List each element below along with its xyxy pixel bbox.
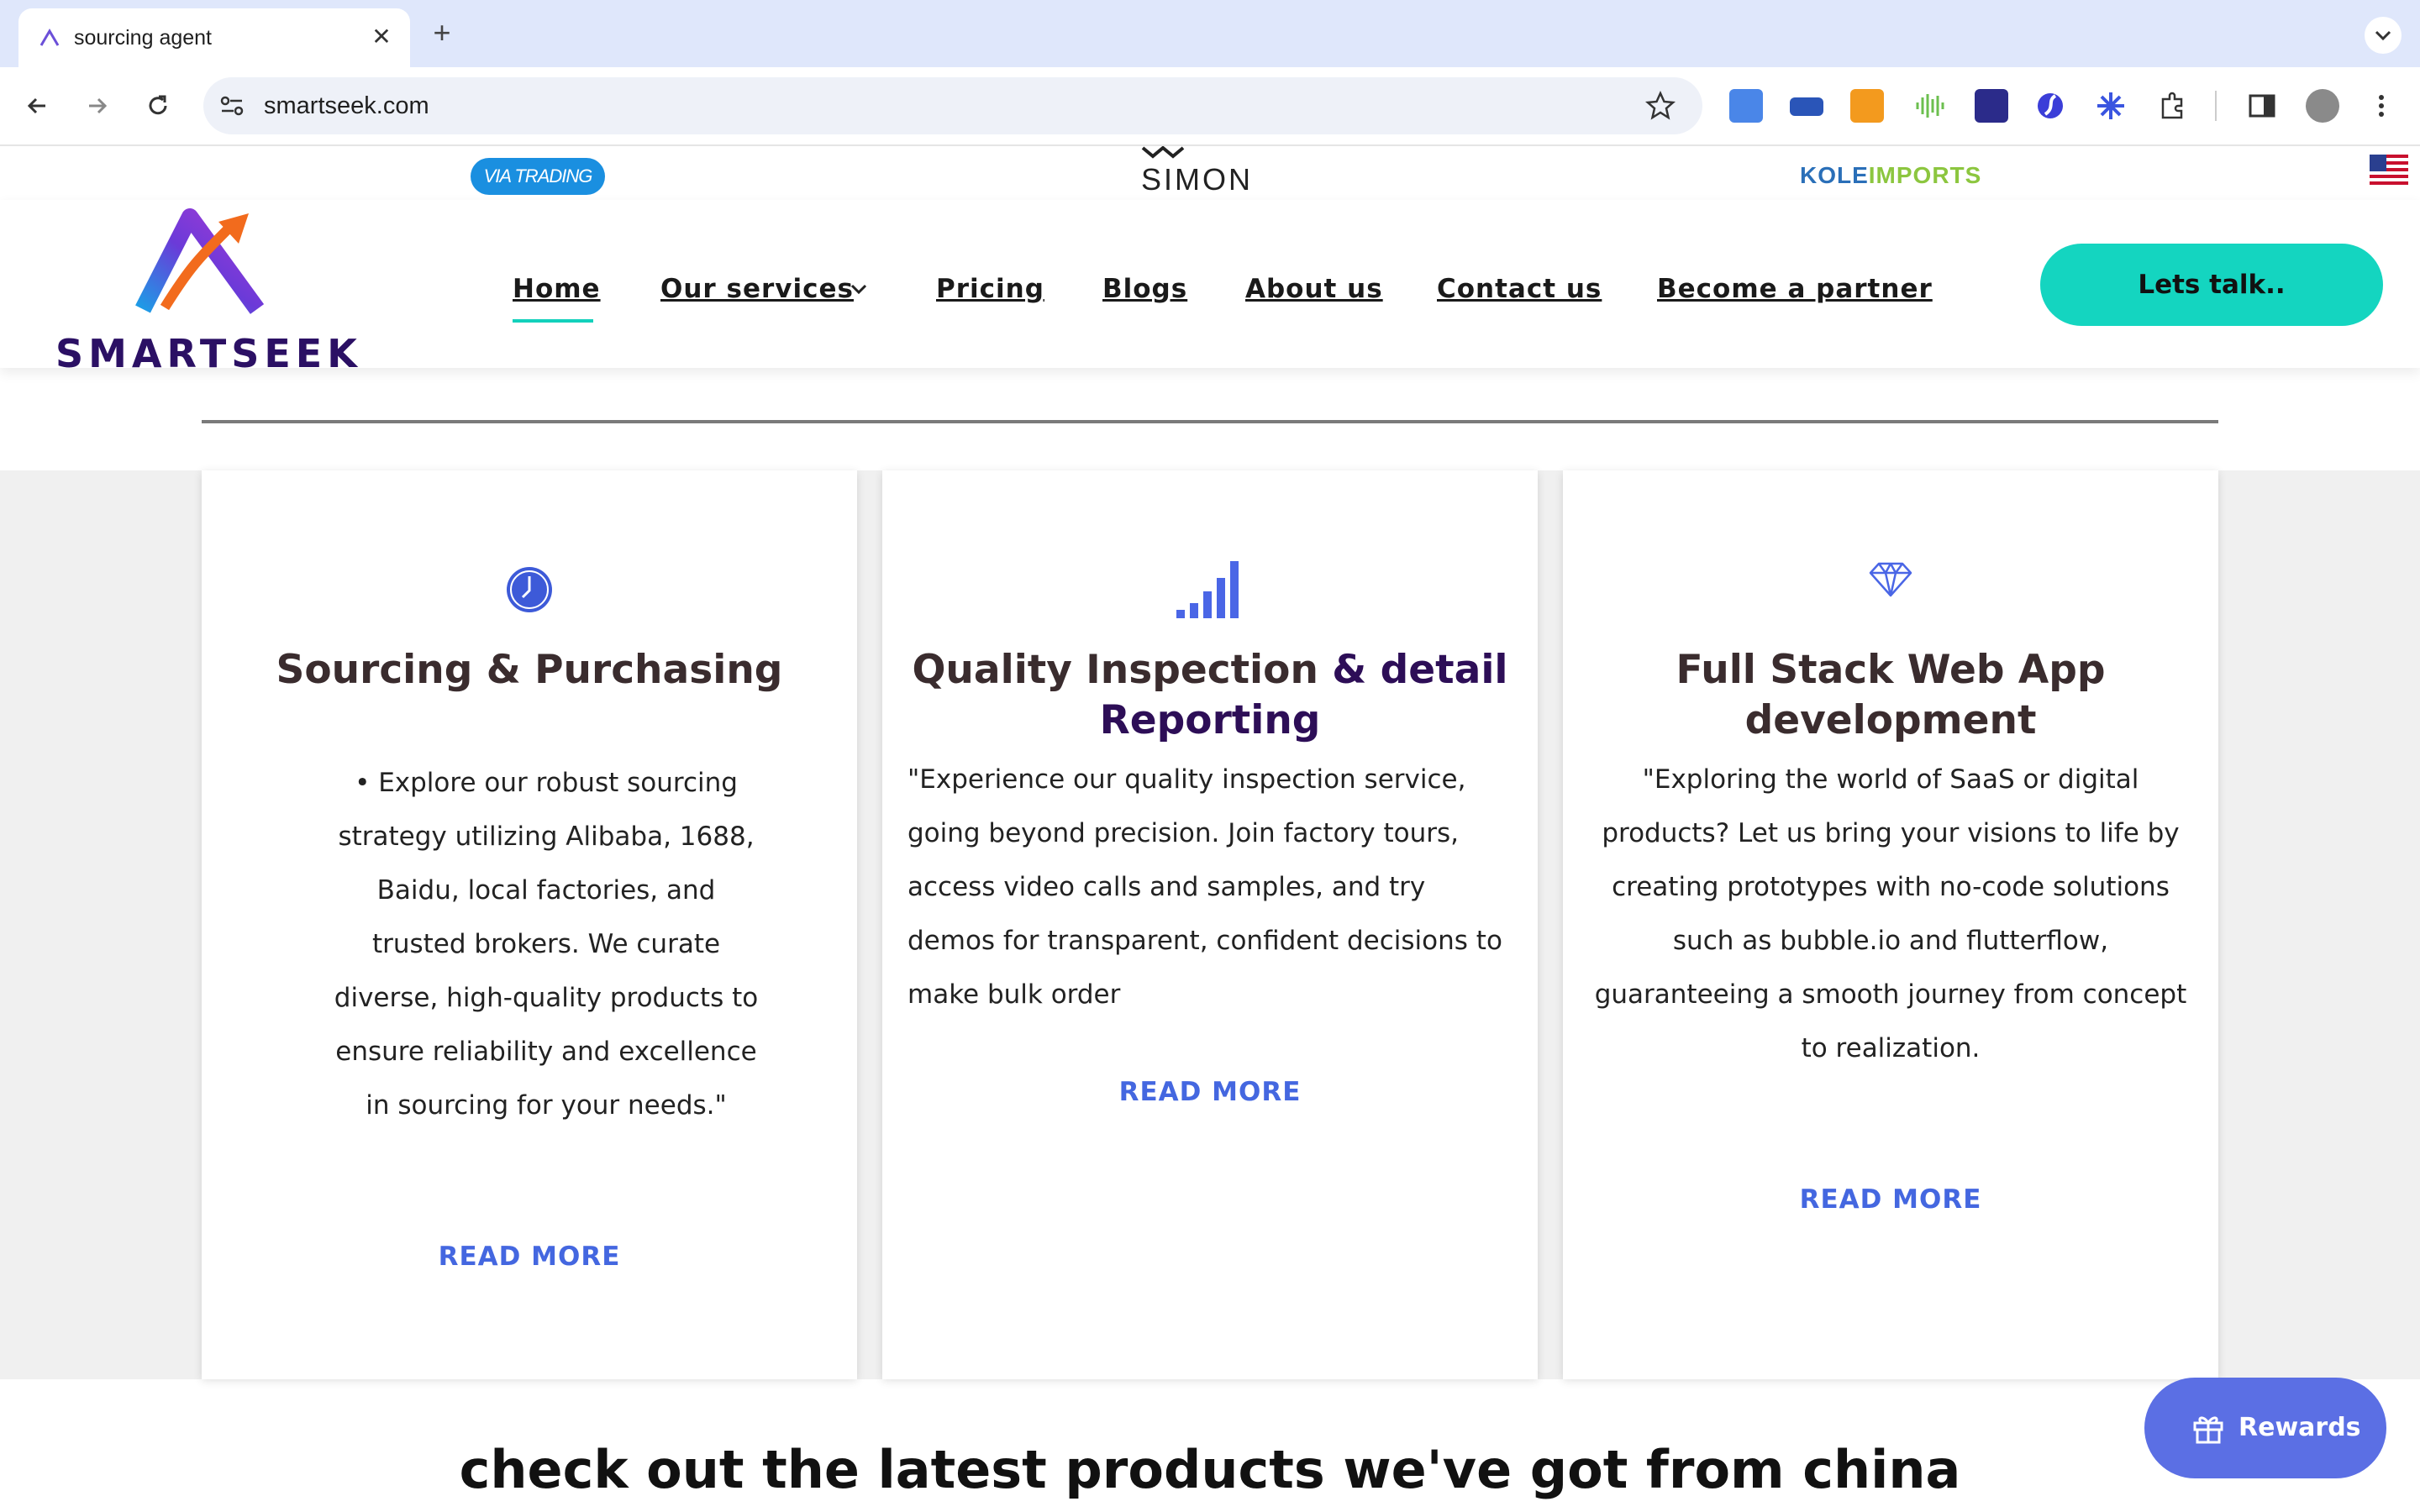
nav-become-a-partner[interactable]: Become a partner: [1657, 272, 1933, 306]
rewards-button[interactable]: Rewards: [2144, 1378, 2386, 1478]
active-nav-indicator: [513, 319, 593, 323]
service-card-quality-inspection: Quality Inspection & detail Reporting "E…: [882, 470, 1538, 1379]
close-tab-icon[interactable]: ✕: [366, 22, 397, 52]
chevron-down-icon[interactable]: [849, 281, 869, 297]
browser-tab-strip: sourcing agent ✕ +: [0, 0, 2420, 67]
signal-bars-icon: [1176, 561, 1239, 618]
lets-talk-button[interactable]: Lets talk..: [2040, 244, 2383, 326]
section-divider: [202, 420, 2218, 423]
rewards-label: Rewards: [2238, 1413, 2361, 1442]
simon-logo: SIMON: [1141, 162, 1254, 197]
colorful-extension-icon[interactable]: [1975, 89, 2008, 123]
read-more-link[interactable]: READ MORE: [1563, 1183, 2218, 1216]
sparkle-extension-icon[interactable]: [2094, 89, 2128, 123]
browser-toolbar: smartseek.com: [0, 67, 2420, 146]
gift-icon: [2193, 1416, 2223, 1444]
bookmark-star-icon[interactable]: [1644, 89, 1677, 123]
kole-imports-logo: KOLEIMPORTS: [1800, 162, 1982, 188]
nav-home[interactable]: Home: [513, 272, 601, 306]
diamond-icon: [1869, 562, 1912, 597]
ds-extension-icon[interactable]: [1850, 89, 1884, 123]
audio-wave-extension-icon[interactable]: [1912, 89, 1946, 123]
tab-search-button[interactable]: [2365, 17, 2402, 54]
reload-icon: [149, 95, 167, 115]
arrow-right-icon: [89, 97, 108, 114]
extensions-puzzle-icon[interactable]: [2156, 89, 2190, 123]
card-title: Sourcing & Purchasing: [276, 647, 783, 693]
partner-logos-strip: VIA TRADING SIMON KOLEIMPORTS: [0, 146, 2420, 200]
profile-avatar[interactable]: [2306, 89, 2339, 123]
card-description: "Exploring the world of SaaS or digital …: [1594, 764, 2187, 1063]
clock-icon: [507, 567, 552, 612]
card-title: Quality Inspection & detail Reporting: [912, 647, 1508, 743]
toolbar-separator: [2215, 91, 2217, 121]
address-bar[interactable]: smartseek.com: [203, 77, 1702, 134]
url-text: smartseek.com: [264, 92, 429, 119]
browser-menu-icon[interactable]: [2365, 89, 2398, 123]
card-description: • Explore our robust sourcing strategy u…: [334, 768, 759, 1121]
smartseek-logo-text: SMARTSEEK: [55, 331, 362, 376]
nav-pricing[interactable]: Pricing: [936, 272, 1044, 306]
keyboard-extension-icon[interactable]: [1790, 97, 1823, 116]
site-favicon-icon: [39, 29, 60, 46]
service-card-full-stack: Full Stack Web App development "Explorin…: [1563, 470, 2218, 1379]
google-translate-extension-icon[interactable]: [1729, 89, 1763, 123]
nav-our-services[interactable]: Our services: [660, 272, 854, 306]
side-panel-icon[interactable]: [2245, 89, 2279, 123]
latest-products-heading: check out the latest products we've got …: [459, 1439, 1961, 1500]
read-more-link[interactable]: READ MORE: [202, 1240, 857, 1273]
site-info-icon[interactable]: [217, 91, 247, 121]
card-description: "Experience our quality inspection servi…: [908, 764, 1502, 1010]
new-tab-button[interactable]: +: [425, 17, 459, 50]
us-flag-icon[interactable]: [2370, 155, 2408, 188]
site-header: SMARTSEEK Home Our services Pricing Blog…: [0, 200, 2420, 373]
reload-button[interactable]: [139, 87, 176, 124]
tab-title: sourcing agent: [74, 26, 213, 50]
arrow-left-icon: [27, 97, 45, 114]
nav-blogs[interactable]: Blogs: [1102, 272, 1187, 306]
service-card-sourcing: Sourcing & Purchasing • Explore our robu…: [202, 470, 857, 1379]
smartseek-logo-icon[interactable]: [131, 200, 276, 328]
nav-contact-us[interactable]: Contact us: [1437, 272, 1602, 306]
read-more-link[interactable]: READ MORE: [882, 1075, 1538, 1109]
sider-extension-icon[interactable]: [2033, 89, 2067, 123]
card-title: Full Stack Web App development: [1676, 647, 2106, 743]
nav-about-us[interactable]: About us: [1245, 272, 1383, 306]
via-trading-logo: VIA TRADING: [471, 158, 605, 195]
back-button[interactable]: [18, 87, 55, 124]
forward-button[interactable]: [79, 87, 116, 124]
browser-tab[interactable]: sourcing agent ✕: [18, 8, 410, 67]
chevron-down-icon: [2375, 30, 2391, 41]
